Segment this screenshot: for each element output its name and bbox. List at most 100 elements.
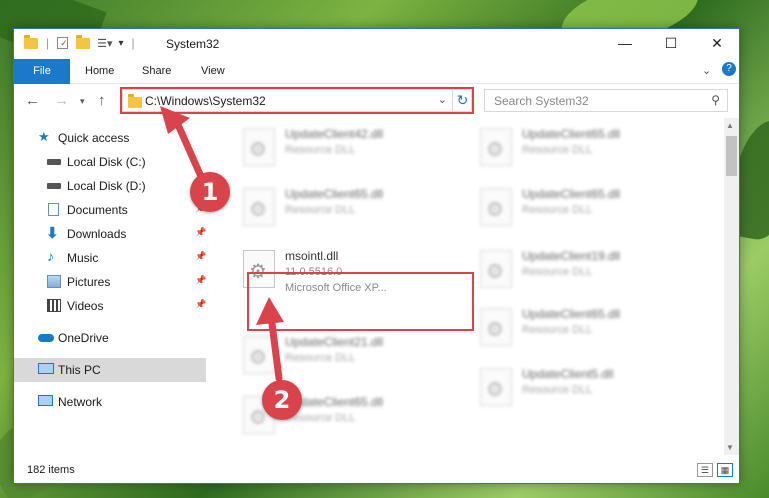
sidebar-item-label: Local Disk (D:): [67, 179, 146, 193]
file-name: UpdateClient65.dll: [285, 187, 384, 201]
file-highlight-box: [247, 272, 474, 331]
folder-icon: [24, 34, 38, 49]
toolbar-separator: |: [46, 36, 50, 50]
pin-icon[interactable]: 📌: [195, 227, 206, 238]
close-button[interactable]: ✕: [694, 29, 740, 59]
sidebar-item-local-disk-c[interactable]: Local Disk (C:): [14, 150, 206, 174]
back-arrow-icon[interactable]: ←: [25, 92, 40, 109]
file-name: UpdateClient65.dll: [522, 187, 621, 201]
recent-locations-icon[interactable]: ▾: [80, 96, 85, 107]
file-type: Resource DLL: [285, 352, 356, 364]
scroll-up-icon[interactable]: ▲: [726, 121, 734, 130]
file-item[interactable]: UpdateClient65.dll Resource DLL: [237, 184, 447, 234]
pin-icon[interactable]: 📌: [195, 275, 206, 286]
dll-file-icon: [243, 128, 275, 166]
file-name: UpdateClient65.dll: [522, 307, 621, 321]
customize-toolbar-icon[interactable]: ☰▾: [97, 37, 112, 50]
pin-icon[interactable]: 📌: [195, 251, 206, 262]
sidebar-item-onedrive[interactable]: OneDrive: [14, 326, 206, 350]
sidebar-item-label: Music: [67, 251, 99, 265]
file-item[interactable]: UpdateClient65.dll Resource DLL: [474, 124, 684, 174]
music-icon: ♪: [47, 248, 54, 264]
computer-icon: [38, 363, 54, 374]
tab-home[interactable]: Home: [72, 59, 127, 84]
file-name: UpdateClient5.dll: [522, 367, 614, 381]
new-folder-icon[interactable]: [76, 34, 91, 49]
download-icon: ⬇: [46, 225, 59, 242]
drive-icon: [47, 159, 61, 165]
search-input[interactable]: Search System32 ⚲: [484, 89, 728, 112]
file-item[interactable]: UpdateClient5.dll Resource DLL: [474, 364, 684, 414]
tab-view[interactable]: View: [188, 59, 238, 84]
tab-share[interactable]: Share: [129, 59, 184, 84]
tab-file[interactable]: File: [14, 59, 70, 84]
up-arrow-icon[interactable]: ↑: [98, 92, 106, 109]
minimize-button[interactable]: —: [602, 29, 648, 59]
quick-access-toolbar: | ✓ ☰▾ ▾ |: [24, 34, 135, 50]
sidebar-item-label: Network: [58, 395, 103, 409]
pin-icon[interactable]: 📌: [195, 299, 206, 310]
sidebar-item-label: Pictures: [67, 275, 111, 289]
sidebar-item-documents[interactable]: Documents 📌: [14, 198, 206, 222]
file-name: UpdateClient65.dll: [522, 127, 621, 141]
forward-arrow-icon[interactable]: →: [54, 92, 69, 109]
vertical-scrollbar[interactable]: ▲ ▼: [724, 118, 739, 455]
scroll-down-icon[interactable]: ▼: [726, 443, 734, 452]
maximize-button[interactable]: ☐: [648, 29, 694, 59]
sidebar-item-pictures[interactable]: Pictures 📌: [14, 270, 206, 294]
details-view-icon[interactable]: ☰: [697, 463, 713, 477]
search-placeholder: Search System32: [494, 94, 589, 108]
file-item[interactable]: UpdateClient42.dll Resource DLL: [237, 124, 447, 174]
navigation-pane: ★ Quick access Local Disk (C:) Local Dis…: [14, 118, 209, 455]
dll-file-icon: [480, 188, 512, 226]
file-item[interactable]: UpdateClient65.dll Resource DLL: [474, 304, 684, 354]
sidebar-item-this-pc[interactable]: This PC: [14, 358, 206, 382]
large-icons-view-icon[interactable]: ▦: [717, 463, 733, 477]
file-name: UpdateClient19.dll: [522, 249, 621, 263]
pictures-icon: [47, 275, 61, 288]
scrollbar-thumb[interactable]: [726, 136, 737, 176]
documents-icon: [48, 203, 59, 216]
file-item[interactable]: UpdateClient19.dll Resource DLL: [474, 246, 684, 296]
sidebar-item-quick-access[interactable]: ★ Quick access: [14, 126, 206, 150]
sidebar-item-label: Local Disk (C:): [67, 155, 146, 169]
sidebar-item-music[interactable]: ♪ Music 📌: [14, 246, 206, 270]
explorer-window: | ✓ ☰▾ ▾ | System32 — ☐ ✕ File Home Shar…: [13, 28, 740, 484]
file-type: Resource DLL: [522, 144, 593, 156]
file-type: Resource DLL: [285, 144, 356, 156]
expand-ribbon-icon[interactable]: ⌄: [702, 64, 711, 77]
sidebar-item-label: OneDrive: [58, 331, 109, 345]
network-icon: [38, 395, 53, 406]
sidebar-item-label: This PC: [58, 363, 101, 377]
search-icon[interactable]: ⚲: [711, 93, 720, 107]
sidebar-item-label: Videos: [67, 299, 104, 313]
dll-file-icon: [243, 188, 275, 226]
file-type: Resource DLL: [522, 204, 593, 216]
sidebar-item-videos[interactable]: Videos 📌: [14, 294, 206, 318]
file-item[interactable]: UpdateClient21.dll Resource DLL: [237, 332, 447, 382]
file-name: msointl.dll: [285, 249, 339, 263]
sidebar-item-downloads[interactable]: ⬇ Downloads 📌: [14, 222, 206, 246]
window-title: System32: [166, 37, 220, 51]
sidebar-item-label: Quick access: [58, 131, 130, 145]
cloud-icon: [38, 334, 54, 342]
step-2-badge: 2: [262, 380, 302, 420]
navigation-bar: ← → ▾ ↑ C:\Windows\System32 ⌄ ↻ Search S…: [14, 84, 739, 118]
dll-file-icon: [480, 368, 512, 406]
status-bar: 182 items ☰ ▦: [14, 459, 739, 484]
properties-icon[interactable]: ✓: [57, 37, 69, 49]
star-icon: ★: [38, 129, 50, 144]
file-item[interactable]: UpdateClient65.dll Resource DLL: [474, 184, 684, 234]
dll-file-icon: [480, 308, 512, 346]
file-type: Resource DLL: [285, 204, 356, 216]
help-icon[interactable]: ?: [722, 62, 736, 76]
drive-icon: [47, 183, 61, 189]
videos-icon: [47, 299, 61, 312]
sidebar-item-network[interactable]: Network: [14, 390, 206, 414]
sidebar-item-local-disk-d[interactable]: Local Disk (D:): [14, 174, 206, 198]
step-1-badge: 1: [190, 172, 230, 212]
sidebar-item-label: Documents: [67, 203, 128, 217]
ribbon: File Home Share View ⌄ ?: [14, 59, 739, 84]
dll-file-icon: [480, 250, 512, 288]
toolbar-dropdown-icon[interactable]: ▾: [119, 38, 124, 49]
